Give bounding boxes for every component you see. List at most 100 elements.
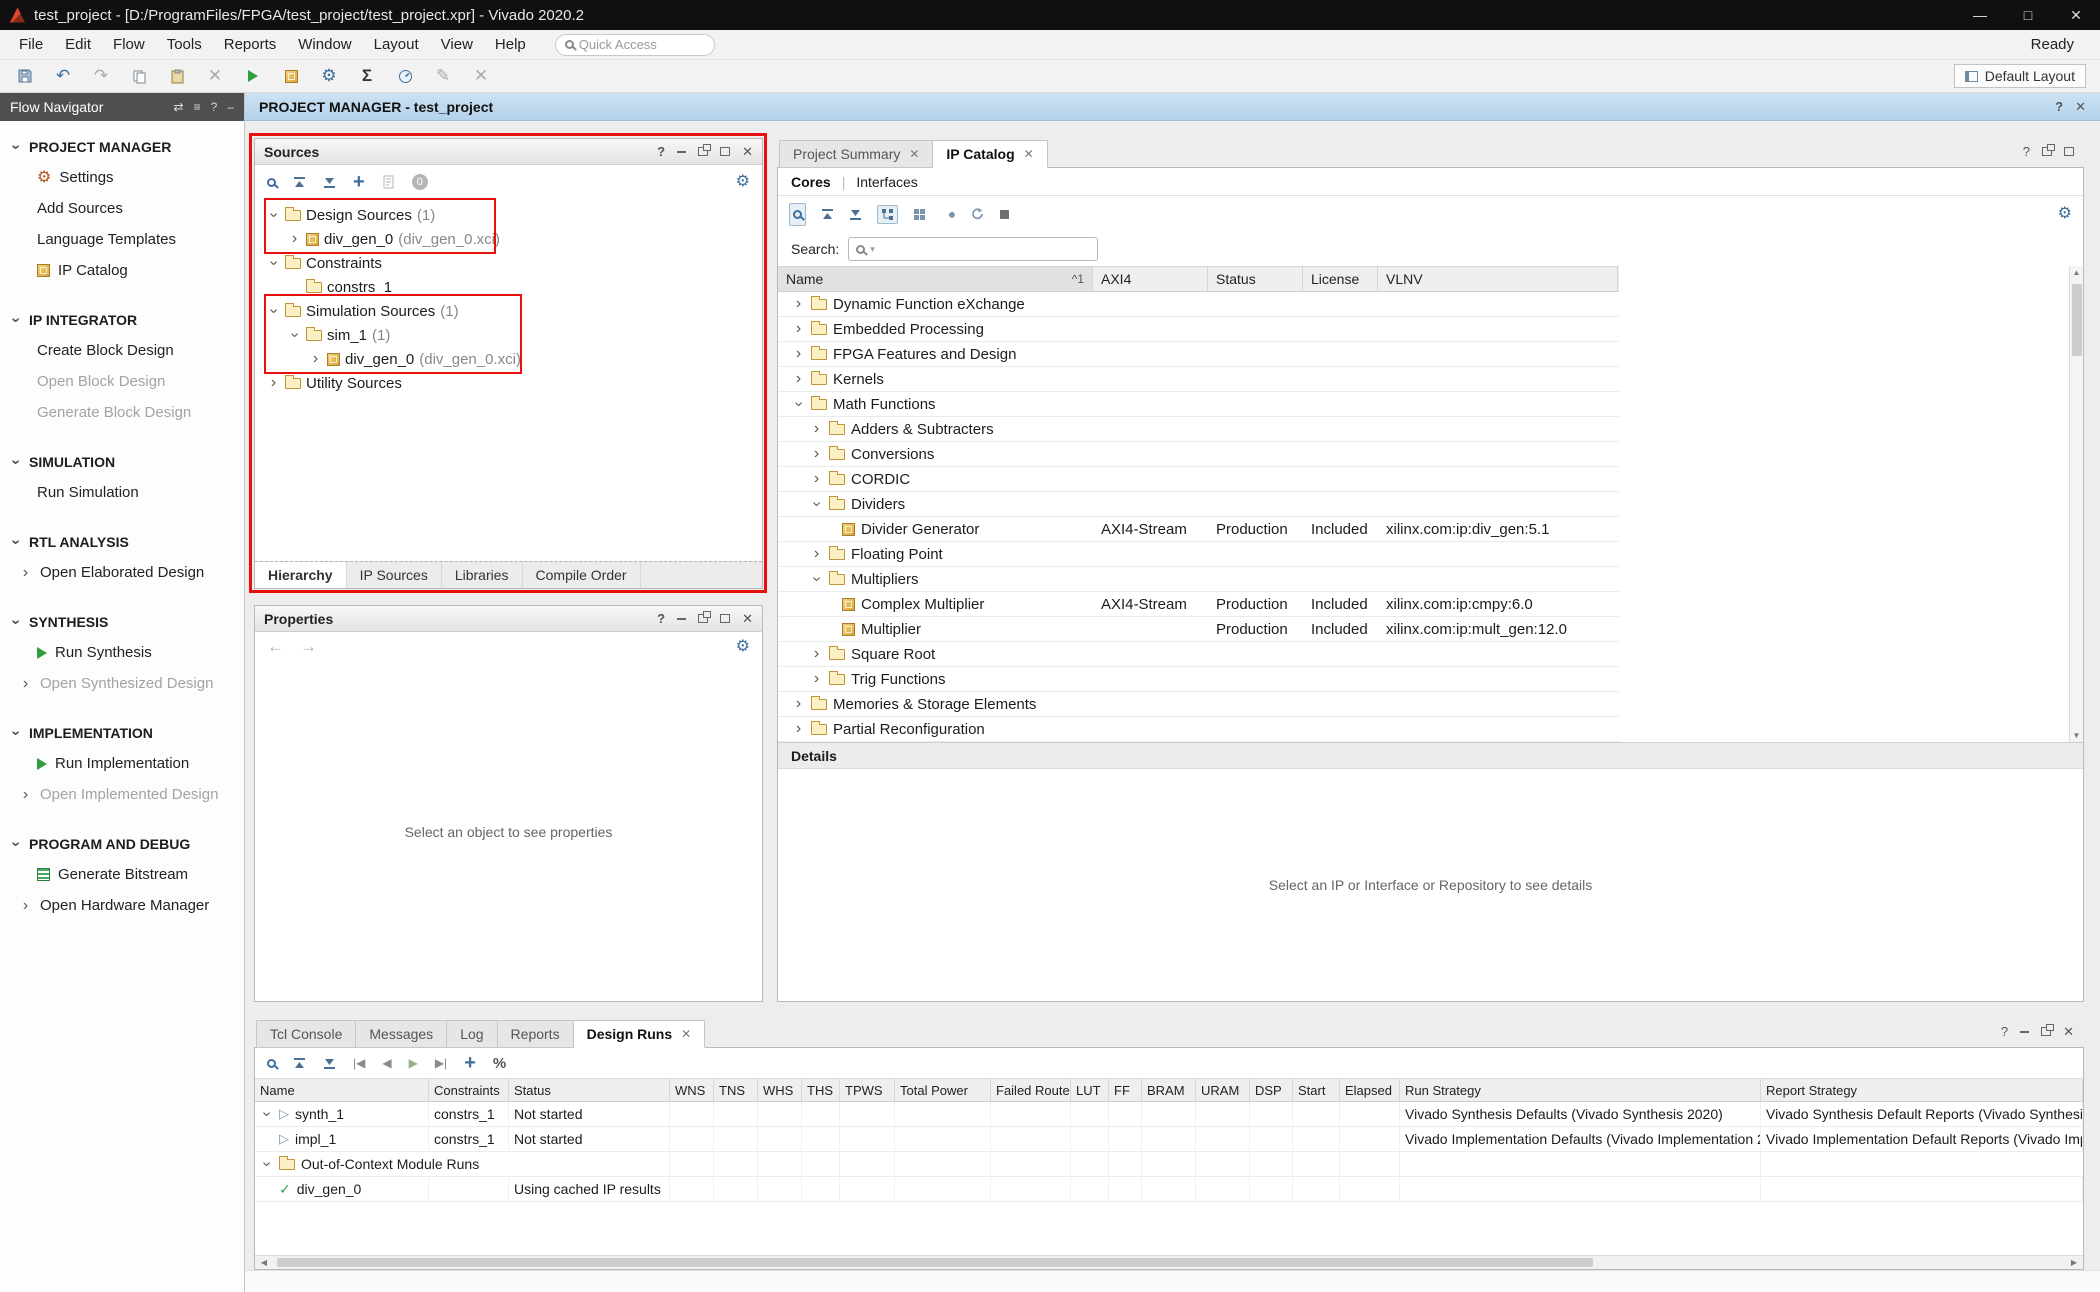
scroll-right-icon[interactable]: ▶ xyxy=(2065,1258,2083,1267)
chevron-down-icon[interactable]: › xyxy=(8,535,24,548)
catalog-row-divider-generator[interactable]: Divider Generator AXI4-Stream Production… xyxy=(778,517,1619,542)
menu-flow[interactable]: Flow xyxy=(102,36,156,53)
float-icon[interactable] xyxy=(698,614,708,623)
catalog-row-square-root[interactable]: ›Square Root xyxy=(778,642,1619,667)
scroll-down-icon[interactable]: ▼ xyxy=(2070,729,2083,742)
collapse-all-icon[interactable] xyxy=(293,176,306,189)
catalog-row-fpga-features[interactable]: ›FPGA Features and Design xyxy=(778,342,1619,367)
column-header-bram[interactable]: BRAM xyxy=(1142,1079,1196,1101)
chevron-right-icon[interactable]: › xyxy=(792,371,805,387)
fn-item-open-synthesized-design[interactable]: › Open Synthesized Design xyxy=(0,668,244,699)
run-row-div-gen-0[interactable]: ✓ div_gen_0 Using cached IP results xyxy=(255,1177,2083,1202)
column-header-whs[interactable]: WHS xyxy=(758,1079,802,1101)
settings-gear-icon[interactable]: ⚙ xyxy=(736,174,750,190)
scroll-up-icon[interactable]: ▲ xyxy=(2070,266,2083,279)
column-header-start[interactable]: Start xyxy=(1293,1079,1340,1101)
subtab-interfaces[interactable]: Interfaces xyxy=(856,174,917,190)
column-header-license[interactable]: License xyxy=(1303,267,1378,291)
fn-item-open-elaborated-design[interactable]: › Open Elaborated Design xyxy=(0,557,244,588)
save-icon[interactable] xyxy=(14,65,36,87)
column-header-uram[interactable]: URAM xyxy=(1196,1079,1250,1101)
minimize-icon[interactable] xyxy=(677,618,686,620)
scroll-left-icon[interactable]: ◀ xyxy=(255,1258,273,1267)
column-header-failed-routes[interactable]: Failed Routes xyxy=(991,1079,1071,1101)
chevron-right-icon[interactable]: › xyxy=(810,671,823,687)
catalog-row-conversions[interactable]: ›Conversions xyxy=(778,442,1619,467)
report-icon[interactable] xyxy=(382,175,395,189)
undo-icon[interactable]: ↶ xyxy=(52,65,74,87)
catalog-row-adders-subtracters[interactable]: ›Adders & Subtracters xyxy=(778,417,1619,442)
edit-icon[interactable]: ✎ xyxy=(432,65,454,87)
tab-design-runs[interactable]: Design Runs ✕ xyxy=(574,1020,706,1048)
menu-edit[interactable]: Edit xyxy=(54,36,102,53)
chevron-down-icon[interactable]: › xyxy=(809,573,825,586)
tab-messages[interactable]: Messages xyxy=(356,1020,447,1048)
paste-icon[interactable] xyxy=(166,65,188,87)
tab-hierarchy[interactable]: Hierarchy xyxy=(255,562,347,588)
catalog-row-floating-point[interactable]: ›Floating Point xyxy=(778,542,1619,567)
dashboard-icon[interactable] xyxy=(394,65,416,87)
tree-row-design-sources[interactable]: › Design Sources (1) xyxy=(255,203,762,227)
sources-panel-header[interactable]: Sources ? ✕ xyxy=(255,139,762,165)
hierarchy-view-icon[interactable] xyxy=(877,205,898,224)
chevron-right-icon[interactable]: › xyxy=(792,721,805,737)
fn-section-header-ip-integrator[interactable]: › IP INTEGRATOR xyxy=(0,304,244,335)
layout-selector[interactable]: Default Layout xyxy=(1954,64,2086,88)
step-forward-icon[interactable]: ▶| xyxy=(435,1056,447,1070)
tab-ip-catalog[interactable]: IP Catalog ✕ xyxy=(933,140,1047,168)
catalog-row-partial-reconfiguration[interactable]: ›Partial Reconfiguration xyxy=(778,717,1619,742)
fn-item-run-implementation[interactable]: Run Implementation xyxy=(0,748,244,779)
settings-gear-icon[interactable]: ⚙ xyxy=(736,639,750,655)
column-header-report-strategy[interactable]: Report Strategy xyxy=(1761,1079,2083,1101)
chevron-down-icon[interactable]: › xyxy=(287,329,303,342)
fn-section-header-simulation[interactable]: › SIMULATION xyxy=(0,446,244,477)
chevron-right-icon[interactable]: › xyxy=(810,446,823,462)
help-icon[interactable]: ? xyxy=(211,100,218,114)
catalog-row-cordic[interactable]: ›CORDIC xyxy=(778,467,1619,492)
tab-compile-order[interactable]: Compile Order xyxy=(523,562,641,588)
minimize-button[interactable]: — xyxy=(1956,0,2004,30)
close-icon[interactable]: ✕ xyxy=(1024,147,1034,161)
close-icon[interactable]: ✕ xyxy=(681,1027,691,1041)
chevron-right-icon[interactable]: › xyxy=(19,676,32,692)
catalog-row-kernels[interactable]: ›Kernels xyxy=(778,367,1619,392)
help-icon[interactable]: ? xyxy=(2055,100,2063,113)
fn-item-open-implemented-design[interactable]: › Open Implemented Design xyxy=(0,779,244,810)
catalog-row-math-functions[interactable]: ›Math Functions xyxy=(778,392,1619,417)
catalog-row-complex-multiplier[interactable]: Complex Multiplier AXI4-Stream Productio… xyxy=(778,592,1619,617)
forward-icon[interactable]: → xyxy=(300,637,317,657)
column-header-lut[interactable]: LUT xyxy=(1071,1079,1109,1101)
tree-row-constraints[interactable]: › Constraints xyxy=(255,251,762,275)
delete-icon[interactable]: ✕ xyxy=(204,65,226,87)
chevron-down-icon[interactable]: › xyxy=(266,209,282,222)
column-header-run-strategy[interactable]: Run Strategy xyxy=(1400,1079,1761,1101)
report-sum-icon[interactable]: Σ xyxy=(356,65,378,87)
tab-log[interactable]: Log xyxy=(447,1020,497,1048)
fn-section-header-rtl-analysis[interactable]: › RTL ANALYSIS xyxy=(0,526,244,557)
maximize-icon[interactable] xyxy=(2064,147,2074,156)
minimize-panel-icon[interactable]: – xyxy=(227,100,234,114)
scroll-thumb[interactable] xyxy=(277,1258,1593,1267)
catalog-row-memories-storage[interactable]: ›Memories & Storage Elements xyxy=(778,692,1619,717)
chevron-down-icon[interactable]: › xyxy=(266,257,282,270)
fn-item-create-block-design[interactable]: Create Block Design xyxy=(0,335,244,366)
fn-item-open-hardware-manager[interactable]: › Open Hardware Manager xyxy=(0,890,244,921)
catalog-row-embedded-processing[interactable]: ›Embedded Processing xyxy=(778,317,1619,342)
float-icon[interactable] xyxy=(2042,147,2052,156)
chevron-right-icon[interactable]: › xyxy=(309,351,322,367)
fn-section-header-implementation[interactable]: › IMPLEMENTATION xyxy=(0,717,244,748)
menu-reports[interactable]: Reports xyxy=(213,36,288,53)
help-icon[interactable]: ? xyxy=(2001,1025,2008,1038)
chevron-down-icon[interactable]: › xyxy=(259,1108,275,1121)
chevron-right-icon[interactable]: › xyxy=(19,787,32,803)
column-header-wns[interactable]: WNS xyxy=(670,1079,714,1101)
fn-item-settings[interactable]: ⚙ Settings xyxy=(0,162,244,193)
program-device-icon[interactable] xyxy=(280,65,302,87)
column-header-vlnv[interactable]: VLNV xyxy=(1378,267,1618,291)
expand-all-icon[interactable] xyxy=(849,208,862,221)
chevron-down-icon[interactable]: › xyxy=(8,313,24,326)
help-icon[interactable]: ? xyxy=(657,612,665,625)
column-header-dsp[interactable]: DSP xyxy=(1250,1079,1293,1101)
menu-help[interactable]: Help xyxy=(484,36,537,53)
ip-search-input[interactable]: ▾ xyxy=(848,237,1098,261)
